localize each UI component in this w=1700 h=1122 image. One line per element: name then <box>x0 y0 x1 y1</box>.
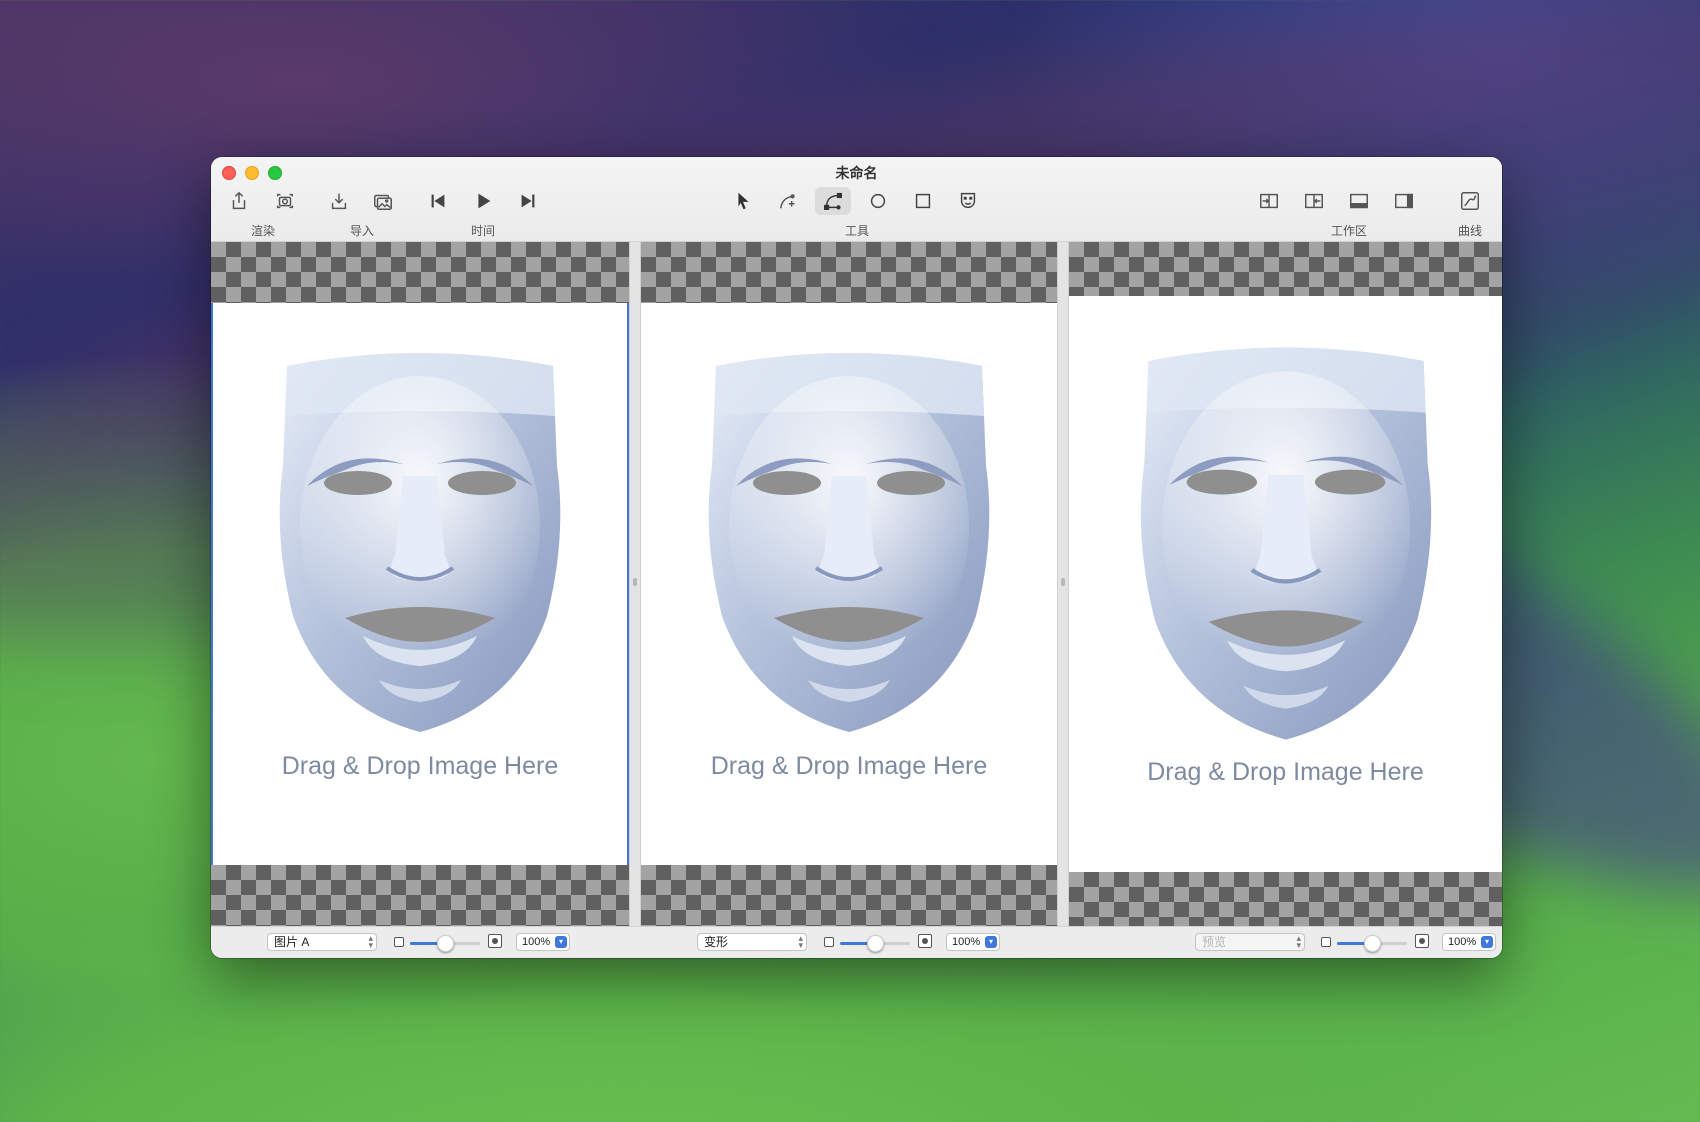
select-stepper-icon: ▴ ▾ <box>368 933 373 950</box>
photo-icon <box>374 194 392 210</box>
chart-curve-icon <box>1461 192 1479 210</box>
preview-select[interactable]: 预览 ▴ ▾ <box>1195 933 1305 951</box>
import-file-button[interactable] <box>321 187 357 215</box>
skip-forward-icon <box>521 194 535 208</box>
tool-rectangle-button[interactable] <box>905 187 941 215</box>
zoom-value: 100% <box>522 936 551 948</box>
mask-image <box>704 346 994 732</box>
play-icon <box>478 193 491 209</box>
toolbar-group-tools-label: 工具 <box>844 224 870 238</box>
curves-button[interactable] <box>1452 187 1488 215</box>
preview-pane[interactable]: Drag & Drop Image Here <box>1069 242 1502 926</box>
chevron-down-icon: ▾ <box>985 936 997 948</box>
zoom-in-image-icon[interactable] <box>488 934 502 948</box>
drop-zone-label: Drag & Drop Image Here <box>281 752 559 780</box>
zoom-out-image-icon[interactable] <box>1321 937 1331 947</box>
slider-knob[interactable] <box>437 935 454 952</box>
zoom-in-image-icon[interactable] <box>918 934 932 948</box>
select-stepper-icon: ▴ ▾ <box>1296 933 1301 950</box>
workspace-import-panel-button[interactable] <box>1251 187 1287 215</box>
pane-a-zoom-field[interactable]: 100% ▾ <box>516 933 570 951</box>
toolbar-group-workspace-label: 工作区 <box>1330 224 1368 238</box>
mask-face-graphic <box>708 353 990 732</box>
pane-a-zoom-slider[interactable] <box>410 935 480 952</box>
preview-zoom-field[interactable]: 100% ▾ <box>1442 933 1496 951</box>
camera-icon <box>276 193 294 209</box>
transparency-checkerboard <box>211 242 629 303</box>
tool-pen-add-button[interactable] <box>770 187 806 215</box>
zoom-value: 100% <box>952 936 981 948</box>
next-frame-button[interactable] <box>510 187 546 215</box>
bezier-curve-icon <box>824 192 842 210</box>
transparency-checkerboard <box>211 865 629 926</box>
drop-zone-label: Drag & Drop Image Here <box>710 752 988 780</box>
circle-icon <box>870 193 886 209</box>
zoom-in-image-icon[interactable] <box>1415 934 1429 948</box>
app-window: 未命名 渲染 导入 时间 工具 工作区 曲线 Drag & Drop Image… <box>211 157 1502 958</box>
download-icon <box>331 193 347 210</box>
pen-add-icon <box>779 194 795 209</box>
pane-a-source-select[interactable]: 图片 A ▴ ▾ <box>267 933 377 951</box>
preview-zoom-slider[interactable] <box>1337 935 1407 952</box>
toolbar-group-render-label: 渲染 <box>250 224 276 238</box>
pane-morph-mode-select[interactable]: 变形 ▴ ▾ <box>697 933 807 951</box>
transparency-checkerboard <box>1069 242 1502 296</box>
image-pane-a[interactable]: Drag & Drop Image Here <box>211 242 629 926</box>
arrow-pointer-icon <box>738 192 749 210</box>
mask-image <box>275 346 565 732</box>
workspace-bottom-panel-button[interactable] <box>1341 187 1377 215</box>
pane-morph-zoom-slider[interactable] <box>840 935 910 952</box>
zoom-out-image-icon[interactable] <box>824 937 834 947</box>
select-stepper-icon: ▴ ▾ <box>798 933 803 950</box>
import-image-button[interactable] <box>365 187 401 215</box>
panel-export-icon <box>1305 193 1323 209</box>
snapshot-button[interactable] <box>267 187 303 215</box>
mask-face-graphic <box>1140 347 1431 740</box>
pane-morph-zoom-field[interactable]: 100% ▾ <box>946 933 1000 951</box>
play-button[interactable] <box>465 187 501 215</box>
mask-image <box>1136 340 1436 740</box>
tool-face-button[interactable] <box>950 187 986 215</box>
mask-face-graphic <box>279 353 561 732</box>
slider-knob[interactable] <box>867 935 884 952</box>
toolbar-group-curves-label: 曲线 <box>1457 224 1483 238</box>
zoom-out-image-icon[interactable] <box>394 937 404 947</box>
select-value: 图片 A <box>274 935 310 949</box>
tool-select-button[interactable] <box>725 187 761 215</box>
panel-bottom-icon <box>1350 193 1368 209</box>
toolbar-group-import-label: 导入 <box>349 224 375 238</box>
drop-zone-label: Drag & Drop Image Here <box>1147 758 1424 786</box>
transparency-checkerboard <box>1069 872 1502 926</box>
toolbar-group-time-label: 时间 <box>470 224 496 238</box>
select-value: 变形 <box>704 935 729 949</box>
slider-knob[interactable] <box>1364 935 1381 952</box>
share-button[interactable] <box>221 187 257 215</box>
image-pane-morph[interactable]: Drag & Drop Image Here <box>641 242 1057 926</box>
chevron-down-icon: ▾ <box>555 936 567 948</box>
skip-back-icon <box>431 194 445 208</box>
bottom-bar: 图片 A ▴ ▾ 100% ▾ 变形 ▴ ▾ 100% ▾ 预览 ▴ ▾ 100… <box>211 926 1502 958</box>
workspace-right-panel-button[interactable] <box>1386 187 1422 215</box>
square-icon <box>915 193 931 209</box>
panel-right-icon <box>1395 193 1413 209</box>
previous-frame-button[interactable] <box>420 187 456 215</box>
transparency-checkerboard <box>641 865 1057 926</box>
face-icon <box>960 192 976 209</box>
window-title: 未命名 <box>835 165 878 181</box>
tool-bezier-button[interactable] <box>815 187 851 215</box>
pane-split-handle[interactable] <box>1057 242 1069 926</box>
toolbar: 未命名 渲染 导入 时间 工具 工作区 曲线 <box>211 157 1502 242</box>
panel-import-icon <box>1260 193 1278 209</box>
zoom-value: 100% <box>1448 936 1477 948</box>
share-icon <box>232 191 246 210</box>
workspace-export-panel-button[interactable] <box>1296 187 1332 215</box>
pane-split-handle[interactable] <box>629 242 641 926</box>
tool-ellipse-button[interactable] <box>860 187 896 215</box>
select-value: 预览 <box>1202 935 1227 949</box>
chevron-down-icon: ▾ <box>1481 936 1493 948</box>
transparency-checkerboard <box>641 242 1057 303</box>
